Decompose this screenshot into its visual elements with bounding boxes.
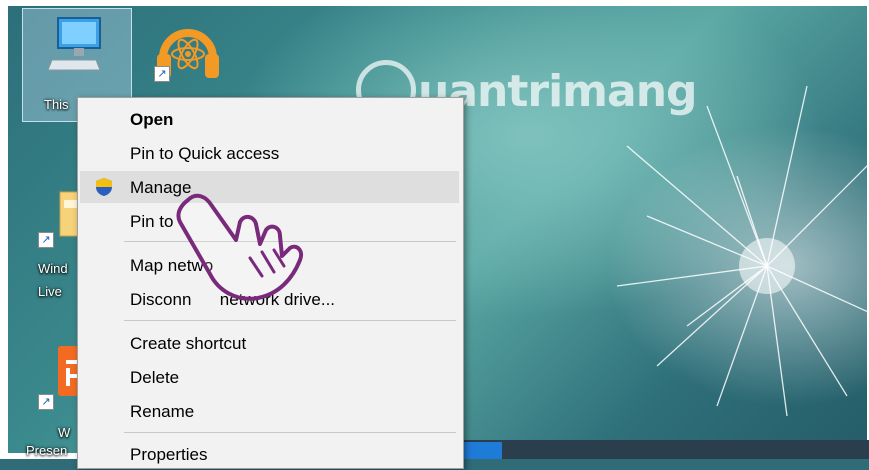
computer-icon	[47, 17, 101, 71]
pointing-hand-icon	[176, 193, 303, 301]
shortcut-arrow-icon: ↗	[154, 66, 170, 82]
desktop-icon-music-app[interactable]: ↗	[148, 14, 228, 90]
menu-item-label: Create shortcut	[130, 334, 247, 353]
shortcut-arrow-icon: ↗	[38, 232, 54, 248]
menu-item-label: Open	[130, 110, 174, 129]
presentation-label-line2: Presen	[26, 443, 68, 458]
menu-separator	[124, 432, 456, 433]
menu-item-label: Pin to	[130, 212, 174, 231]
menu-item-label: Rename	[130, 402, 195, 421]
menu-item-pin-quick-access[interactable]: Pin to Quick access	[80, 137, 459, 169]
this-pc-label: This	[44, 97, 69, 112]
windows-live-label-line1: Wind	[38, 261, 68, 276]
menu-item-open[interactable]: Open	[80, 103, 459, 135]
image-border	[0, 0, 8, 459]
taskbar	[459, 440, 869, 459]
menu-item-create-shortcut[interactable]: Create shortcut	[80, 327, 459, 359]
menu-item-delete[interactable]: Delete	[80, 361, 459, 393]
menu-item-label: Pin to Quick access	[130, 144, 280, 163]
presentation-label-line1: W	[58, 425, 71, 440]
windows-live-label-line2: Live	[38, 284, 62, 299]
menu-item-rename[interactable]: Rename	[80, 395, 459, 427]
image-border	[0, 0, 869, 6]
shortcut-arrow-icon: ↗	[38, 394, 54, 410]
uac-shield-icon	[96, 178, 112, 196]
menu-item-properties[interactable]: Properties	[80, 438, 459, 470]
menu-separator	[124, 320, 456, 321]
menu-item-label: Properties	[130, 445, 208, 464]
taskbar-active-button[interactable]	[464, 442, 502, 459]
desktop-icon-this-pc[interactable]	[36, 14, 116, 82]
menu-item-label: Delete	[130, 368, 180, 387]
